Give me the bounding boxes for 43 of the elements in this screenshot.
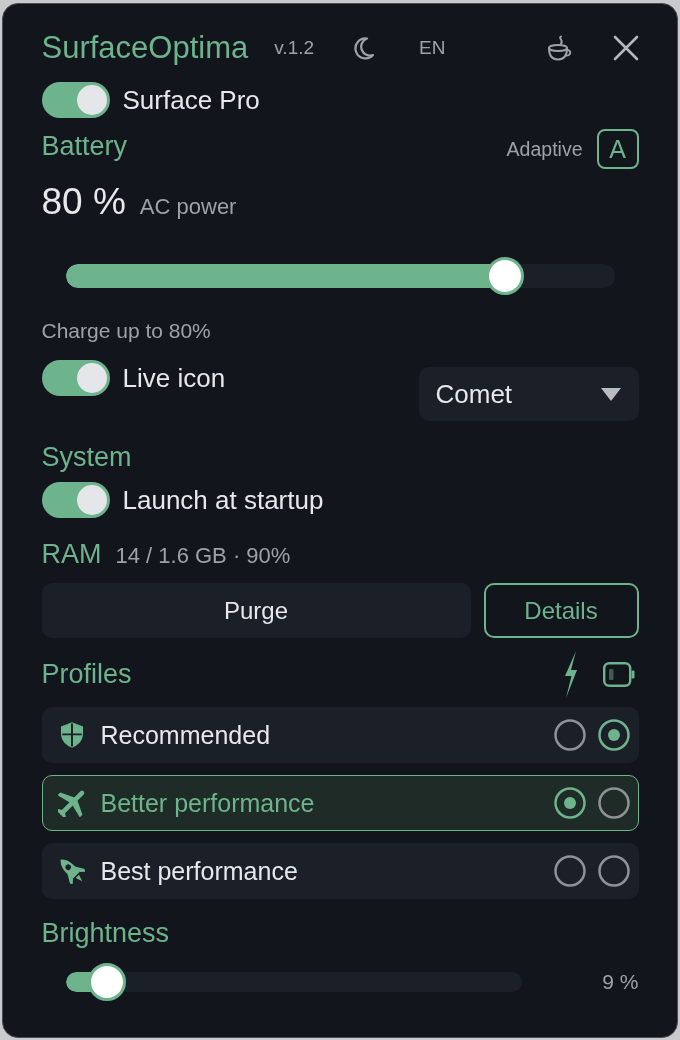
radio-button[interactable]	[553, 719, 586, 751]
moon-icon[interactable]	[351, 36, 376, 60]
battery-icon	[602, 661, 635, 687]
toggle-label: Launch at startup	[122, 485, 324, 515]
rocket-icon	[58, 858, 85, 884]
shield-icon	[60, 722, 83, 748]
profile-row[interactable]: Best performance	[41, 843, 639, 899]
section-heading: Brightness	[41, 918, 171, 949]
section-heading: Profiles	[41, 658, 133, 690]
profile-row[interactable]: Better performance	[41, 775, 639, 831]
action-button[interactable]: Details	[483, 583, 639, 638]
language-button[interactable]: EN	[419, 37, 446, 59]
section-heading: System	[41, 442, 133, 473]
caret-icon	[600, 387, 621, 401]
power-source-label: AC power	[139, 194, 237, 220]
toggle-switch[interactable]	[41, 82, 110, 118]
radio-button[interactable]	[597, 855, 630, 887]
section-heading: Battery	[41, 130, 128, 162]
lightning-icon	[562, 650, 579, 698]
action-button[interactable]: Purge	[41, 583, 471, 638]
slider[interactable]	[65, 257, 615, 295]
ram-reading: 14 / 1.6 GB · 90%	[115, 543, 291, 569]
close-icon[interactable]	[612, 35, 639, 61]
toggle-label: Live icon	[122, 363, 226, 393]
mode-label: Adaptive	[506, 137, 583, 161]
dropdown[interactable]: Comet	[418, 367, 639, 421]
version-label: v.1.2	[274, 37, 315, 59]
profile-row[interactable]: Recommended	[41, 707, 639, 763]
coffee-cup-icon[interactable]	[546, 35, 573, 61]
toggle-label: Surface Pro	[122, 85, 260, 115]
battery-percentage: 80 %	[41, 181, 126, 223]
radio-button[interactable]	[553, 787, 586, 819]
ram-label: RAM	[41, 539, 102, 570]
slider[interactable]	[65, 963, 523, 1001]
app-title: SurfaceOptima	[41, 30, 249, 66]
radio-button[interactable]	[597, 719, 630, 751]
brightness-reading: 9 %	[602, 970, 639, 994]
mode-button[interactable]: A	[596, 129, 639, 169]
toggle-switch[interactable]	[41, 360, 110, 396]
toggle-switch[interactable]	[41, 482, 110, 518]
charge-limit-caption: Charge up to 80%	[41, 319, 212, 343]
radio-button[interactable]	[597, 787, 630, 819]
radio-button[interactable]	[553, 855, 586, 887]
